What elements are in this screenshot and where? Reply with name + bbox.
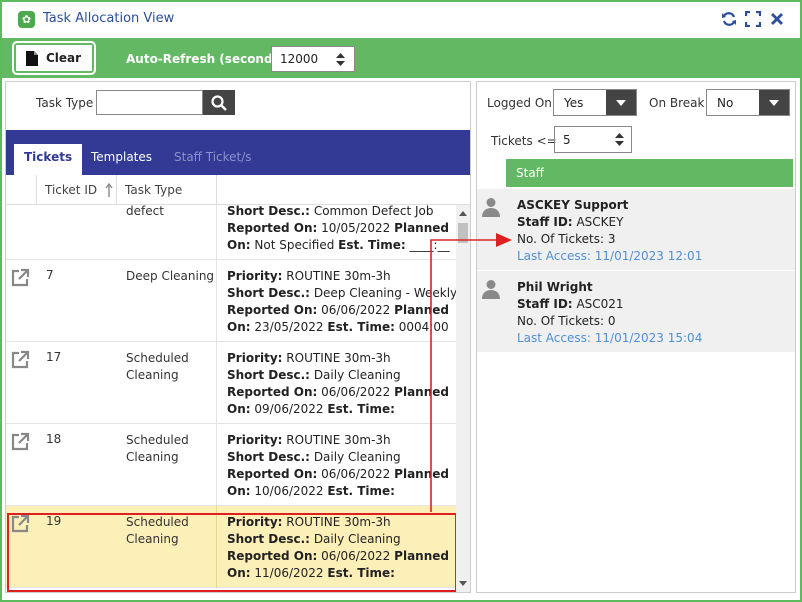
staff-name: ASCKEY Support [517,198,629,212]
window-title: Task Allocation View [43,11,175,26]
on-break-value: No [717,95,734,110]
staff-name: Phil Wright [517,280,593,294]
ticket-id: 18 [46,432,62,446]
staff-id: Staff ID: ASC021 [517,297,624,311]
ticket-details: Priority: Short Desc.: Common Defect Job… [216,205,456,260]
tickets-limit-stepper[interactable] [607,133,631,146]
user-icon [482,198,500,217]
stepper-up-icon[interactable] [335,52,345,58]
title-bar: ✿ Task Allocation View [2,2,800,36]
on-break-select[interactable]: No [706,89,790,116]
staff-card[interactable]: Phil Wright Staff ID: ASC021 No. Of Tick… [477,271,795,353]
open-external-icon[interactable] [10,514,30,534]
refresh-icon[interactable] [720,10,738,28]
table-row[interactable]: 7 Deep Cleaning Priority: ROUTINE 30m-3h… [6,260,456,342]
tickets-limit-value: 5 [563,132,571,147]
stepper-down-icon[interactable] [614,141,624,146]
auto-refresh-value: 12000 [280,52,319,66]
logged-on-label: Logged On [487,96,552,110]
chevron-down-icon [759,90,789,115]
task-type-label: Task Type [36,96,94,110]
toolbar: Clear Auto-Refresh (seconds) 12000 [2,38,800,78]
stepper-up-icon[interactable] [614,133,624,138]
staff-card[interactable]: ASCKEY Support Staff ID: ASCKEY No. Of T… [477,189,795,271]
chevron-down-icon [606,90,636,115]
ticket-id: 17 [46,350,62,364]
ticket-task-type: Scheduled Cleaning [126,515,189,546]
table-row-selected[interactable]: 19 Scheduled Cleaning Priority: ROUTINE … [6,506,456,588]
scroll-thumb[interactable] [458,223,468,243]
search-icon [211,94,227,111]
ticket-details: Priority: ROUTINE 30m-3h Short Desc.: De… [216,260,456,342]
app-logo-icon: ✿ [18,11,35,28]
staff-ticket-count: No. Of Tickets: 0 [517,314,616,328]
document-icon [26,50,38,66]
scroll-down-icon[interactable] [459,581,467,586]
logged-on-select[interactable]: Yes [553,89,637,116]
open-external-icon[interactable] [10,350,30,370]
table-row[interactable]: 17 Scheduled Cleaning Priority: ROUTINE … [6,342,456,424]
ticket-task-type: Issuedefect [126,205,164,218]
ticket-id: 19 [46,514,62,528]
auto-refresh-label: Auto-Refresh (seconds) [126,52,286,66]
logged-on-value: Yes [564,95,584,110]
tab-tickets[interactable]: Tickets [14,144,83,175]
auto-refresh-stepper[interactable] [328,52,352,66]
ticket-task-type: Scheduled Cleaning [126,351,189,382]
ticket-task-type: Scheduled Cleaning [126,433,189,464]
ticket-list-scrollbar[interactable] [456,205,470,592]
on-break-label: On Break [649,96,705,110]
clear-button-label: Clear [46,51,82,65]
ticket-list: Issuedefect Priority: Short Desc.: Commo… [6,205,456,592]
ticket-details: Priority: ROUTINE 30m-3h Short Desc.: Da… [216,342,456,424]
auto-refresh-input[interactable]: 12000 [271,46,355,72]
tickets-panel: Task Type Tickets Templates Staff Ticket… [5,81,471,593]
open-external-icon[interactable] [10,205,30,206]
ticket-details: Priority: ROUTINE 30m-3h Short Desc.: Da… [216,424,456,506]
close-icon[interactable] [768,10,786,28]
tab-bar: Tickets Templates Staff Ticket/s [6,130,470,175]
open-external-icon[interactable] [10,268,30,288]
staff-column-header: Staff [506,159,793,187]
search-button[interactable] [203,90,235,115]
clear-button[interactable]: Clear [12,41,96,75]
ticket-id: 7 [46,268,54,282]
scroll-up-icon[interactable] [459,211,467,216]
ticket-details: Priority: ROUTINE 30m-3h Short Desc.: Da… [216,506,456,588]
window-actions [720,10,786,28]
stepper-down-icon[interactable] [335,60,345,66]
column-header-details [216,175,470,205]
sort-up-icon [105,183,113,197]
maximize-icon[interactable] [744,10,762,28]
column-header-ticket-id[interactable]: Ticket ID [36,175,116,205]
staff-panel: Logged On Yes On Break No Tickets <= 5 S… [476,81,796,593]
open-external-icon[interactable] [10,432,30,452]
staff-last-access: Last Access: 11/01/2023 12:01 [517,249,703,263]
task-type-input[interactable] [96,90,203,115]
tickets-limit-input[interactable]: 5 [554,126,632,153]
tickets-limit-label: Tickets <= [491,134,557,148]
column-header-task-type[interactable]: Task Type [116,175,216,205]
tab-templates[interactable]: Templates [81,144,162,175]
tab-staff-tickets[interactable]: Staff Ticket/s [164,144,262,175]
staff-id: Staff ID: ASCKEY [517,215,624,229]
user-icon [482,280,500,299]
staff-last-access: Last Access: 11/01/2023 15:04 [517,331,703,345]
column-header-ticket-id-label: Ticket ID [45,183,98,197]
ticket-task-type: Deep Cleaning [126,269,215,283]
staff-ticket-count: No. Of Tickets: 3 [517,232,616,246]
table-row[interactable]: 18 Scheduled Cleaning Priority: ROUTINE … [6,424,456,506]
table-header: Ticket ID Task Type [6,175,470,205]
table-row[interactable]: Issuedefect Priority: Short Desc.: Commo… [6,205,456,260]
staff-list: ASCKEY Support Staff ID: ASCKEY No. Of T… [477,189,795,353]
